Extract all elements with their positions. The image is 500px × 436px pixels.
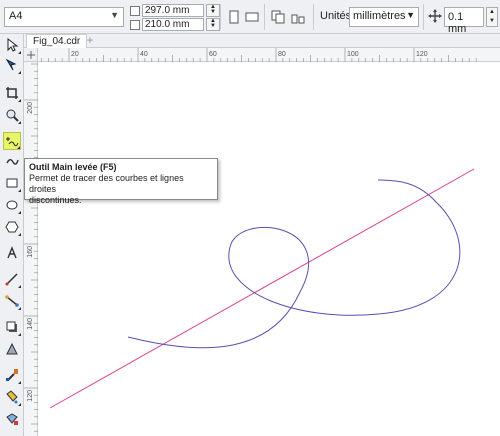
landscape-icon[interactable]: [244, 9, 260, 25]
toolbox: [0, 34, 24, 436]
width-icon: [130, 5, 140, 16]
vertical-ruler[interactable]: 200180160140120: [24, 62, 38, 436]
tool-tooltip: Outil Main levée (F5) Permet de tracer d…: [24, 158, 218, 205]
page-size-value: A4: [9, 10, 23, 22]
shape-tool-icon[interactable]: [3, 56, 21, 74]
rectangle-tool-icon[interactable]: [3, 174, 21, 192]
ruler-label: 80: [278, 51, 286, 58]
width-spinner[interactable]: ▲ ▼: [206, 4, 220, 17]
all-pages-icon[interactable]: [270, 9, 286, 25]
ruler-label: 160: [27, 246, 34, 258]
ellipse-tool-icon[interactable]: [3, 196, 21, 214]
portrait-icon[interactable]: [226, 9, 242, 25]
ruler-label: 120: [416, 51, 428, 58]
chevron-down-icon: ▼: [406, 10, 415, 20]
nudge-icon: [428, 9, 442, 23]
color-eyedropper-tool-icon[interactable]: [3, 366, 21, 384]
polygon-tool-icon[interactable]: [3, 218, 21, 236]
height-row: 210.0 mm ▲ ▼: [130, 18, 220, 31]
smart-drawing-tool-icon[interactable]: [3, 152, 21, 170]
divider: [220, 4, 221, 30]
tooltip-description-line1: Permet de tracer des courbes et lignes d…: [29, 173, 184, 194]
horizontal-ruler[interactable]: 20 40 60 80 100 120: [38, 48, 500, 62]
ruler-label: 140: [27, 318, 34, 330]
nudge-distance-field[interactable]: 0.1 mm: [444, 7, 484, 35]
freehand-tool-icon[interactable]: [3, 132, 21, 150]
ruler-label: 60: [209, 51, 217, 58]
document-tab-bar: Fig_04.cdr +: [24, 34, 500, 48]
interactive-fill-tool-icon[interactable]: [3, 388, 21, 406]
parallel-dimension-tool-icon[interactable]: [3, 270, 21, 288]
ruler-label: 120: [27, 390, 34, 402]
zoom-tool-icon[interactable]: [3, 106, 21, 124]
drawing-canvas[interactable]: [38, 62, 500, 436]
page-width-field[interactable]: 297.0 mm: [142, 4, 204, 17]
tab-fig-04[interactable]: Fig_04.cdr: [26, 34, 88, 48]
ruler-label: 200: [27, 102, 34, 114]
divider: [264, 4, 265, 30]
nudge-spinner[interactable]: ▲ ▼: [486, 7, 498, 27]
tooltip-title: Outil Main levée (F5): [29, 162, 117, 172]
page-size-select[interactable]: A4 ▼: [4, 7, 124, 27]
smart-fill-tool-icon[interactable]: [3, 410, 21, 428]
connector-tool-icon[interactable]: [3, 292, 21, 310]
tab-label: Fig_04.cdr: [33, 36, 81, 47]
crop-tool-icon[interactable]: [3, 84, 21, 102]
height-spinner[interactable]: ▲ ▼: [206, 18, 220, 31]
drawing-area: [49, 168, 475, 409]
units-value: millimètres: [353, 10, 406, 22]
current-page-icon[interactable]: [290, 9, 306, 25]
text-tool-icon[interactable]: [3, 244, 21, 262]
ruler-label: 100: [347, 51, 359, 58]
divider: [423, 4, 424, 30]
ruler-label: 40: [140, 51, 148, 58]
transparency-tool-icon[interactable]: [3, 340, 21, 358]
ruler-origin[interactable]: [24, 48, 38, 62]
drop-shadow-tool-icon[interactable]: [3, 318, 21, 336]
new-tab-icon[interactable]: +: [84, 34, 96, 47]
height-icon: [130, 19, 140, 30]
width-row: 297.0 mm ▲ ▼: [130, 4, 220, 17]
units-select[interactable]: millimètres ▼: [349, 7, 419, 27]
divider: [313, 4, 314, 30]
pick-tool-icon[interactable]: [3, 36, 21, 54]
ruler-label: 20: [71, 51, 79, 58]
property-bar: A4 ▼ 297.0 mm ▲ ▼ 210.0 mm ▲ ▼ Unités: mil…: [0, 0, 500, 35]
chevron-down-icon: ▼: [110, 10, 119, 20]
page-height-field[interactable]: 210.0 mm: [142, 18, 204, 31]
tooltip-description-line2: discontinues.: [29, 195, 82, 205]
